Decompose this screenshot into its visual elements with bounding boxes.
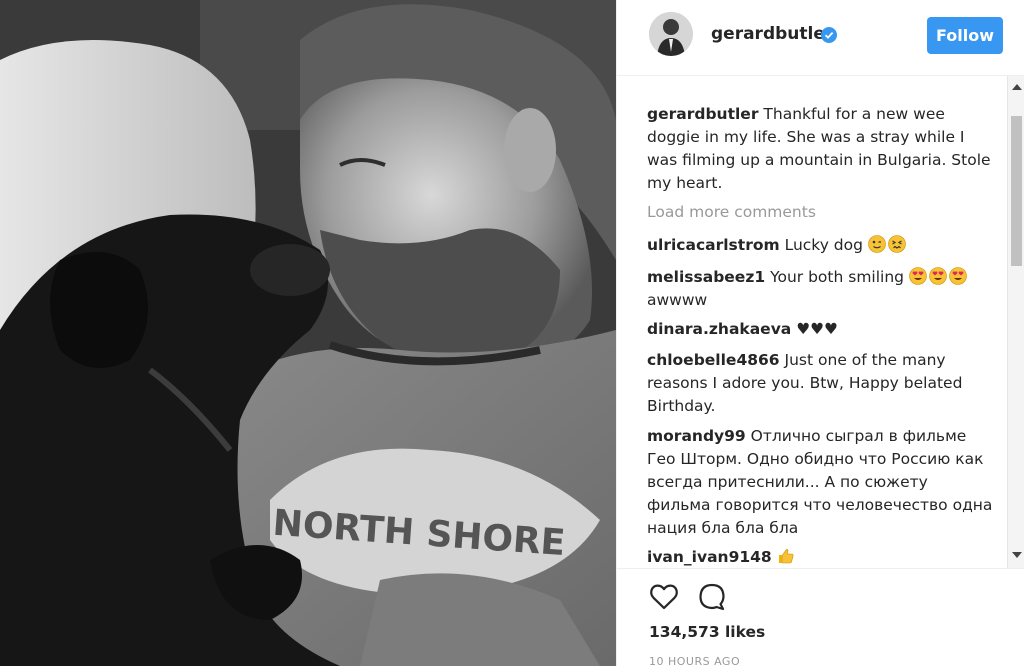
post-timestamp: 10 HOURS AGO	[649, 655, 741, 668]
heart-outline-icon[interactable]	[649, 583, 679, 611]
comment-text: Lucky dog	[784, 236, 863, 254]
post-header: gerardbutler Follow	[617, 0, 1024, 76]
comment-item: melissabeez1 Your both smiling awwww	[647, 266, 995, 312]
heart-eyes-emoji-icon	[909, 267, 927, 285]
comment-username[interactable]: melissabeez1	[647, 268, 765, 286]
comment-item: morandy99 Отлично сыграл в фильме Гео Шт…	[647, 425, 995, 540]
winking-face-emoji-icon	[868, 235, 886, 253]
comment-username[interactable]: dinara.zhakaeva	[647, 320, 791, 338]
heart-eyes-emoji-icon	[949, 267, 967, 285]
caption: gerardbutler Thankful for a new wee dogg…	[647, 103, 995, 195]
verified-badge-icon	[821, 27, 837, 43]
comment-text-continued: awwww	[647, 291, 708, 309]
post-photo[interactable]: NORTH SHORE	[0, 0, 616, 666]
comment-username[interactable]: chloebelle4866	[647, 351, 780, 369]
comment-item: ivan_ivan9148	[647, 546, 995, 568]
scroll-up-arrow-icon[interactable]	[1012, 84, 1022, 90]
avatar-image	[649, 12, 693, 56]
comment-text: ♥♥♥	[796, 320, 838, 338]
likes-count[interactable]: 134,573 likes	[649, 623, 765, 641]
comment-text: Your both smiling	[770, 268, 905, 286]
avatar[interactable]	[649, 12, 693, 56]
heart-eyes-emoji-icon	[929, 267, 947, 285]
photo-illustration: NORTH SHORE	[0, 0, 616, 666]
comment-username[interactable]: ulricacarlstrom	[647, 236, 780, 254]
comments-list: gerardbutler Thankful for a new wee dogg…	[617, 76, 1007, 568]
follow-button[interactable]: Follow	[927, 17, 1003, 54]
load-more-comments-link[interactable]: Load more comments	[647, 203, 816, 221]
post-side-panel: gerardbutler Follow gerardbutler Thankfu…	[616, 0, 1024, 668]
post-actions: 134,573 likes 10 HOURS AGO	[617, 568, 1024, 668]
thumbs-up-emoji-icon	[778, 549, 794, 564]
scroll-down-arrow-icon[interactable]	[1012, 552, 1022, 558]
scrollbar-thumb[interactable]	[1011, 116, 1022, 266]
confounded-face-emoji-icon	[888, 235, 906, 253]
comment-item: ulricacarlstrom Lucky dog	[647, 234, 995, 257]
caption-username[interactable]: gerardbutler	[647, 105, 758, 123]
comment-username[interactable]: morandy99	[647, 427, 746, 445]
comments-scrollbar[interactable]	[1007, 76, 1024, 568]
speech-bubble-icon[interactable]	[697, 582, 727, 612]
header-username[interactable]: gerardbutler	[711, 24, 833, 44]
instagram-post-window: NORTH SHORE gerardbutler Follow gerardbu…	[0, 0, 1024, 668]
comment-item: chloebelle4866 Just one of the many reas…	[647, 349, 995, 418]
comment-item: dinara.zhakaeva ♥♥♥	[647, 318, 995, 341]
comment-username[interactable]: ivan_ivan9148	[647, 548, 772, 566]
